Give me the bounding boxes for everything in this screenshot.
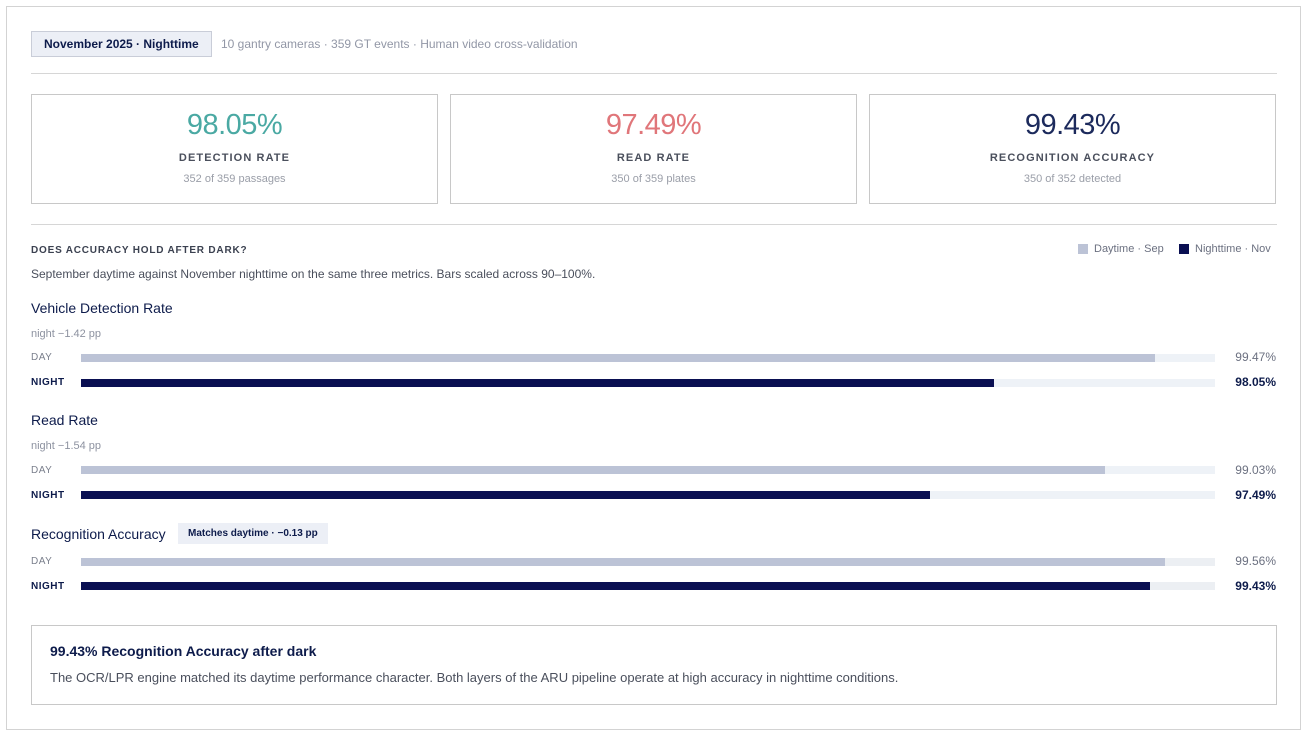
bar-night [81, 491, 931, 499]
kpi-value: 97.49% [605, 109, 702, 141]
legend-label: Nighttime · Nov [1195, 243, 1271, 255]
bar-value-day: 99.56% [1235, 554, 1276, 568]
bar-day [81, 558, 1166, 566]
bar-track [81, 582, 1215, 590]
kpi-sub: 352 of 359 passages [183, 173, 286, 185]
bar-value-night: 98.05% [1235, 375, 1276, 389]
row-label-day: DAY [31, 556, 53, 567]
row-label-night: NIGHT [31, 490, 65, 501]
kpi-card-read-rate: 97.49% READ RATE 350 of 359 plates [450, 94, 857, 204]
bar-track [81, 354, 1215, 362]
metric-delta: night −1.54 pp [31, 440, 102, 452]
legend-swatch [1078, 244, 1088, 254]
row-label-day: DAY [31, 352, 53, 363]
header-meta: 10 gantry cameras · 359 GT events · Huma… [221, 37, 578, 51]
kpi-sub: 350 of 359 plates [611, 173, 696, 185]
kpi-label: DETECTION RATE [178, 152, 291, 164]
kpi-label: READ RATE [616, 152, 691, 164]
metric-delta: night −1.42 pp [31, 328, 102, 340]
section-description: September daytime against November night… [31, 267, 596, 281]
section-title: DOES ACCURACY HOLD AFTER DARK? [31, 245, 248, 256]
metric-title: Recognition Accuracy [31, 526, 166, 542]
kpi-card-detection: 98.05% DETECTION RATE 352 of 359 passage… [31, 94, 438, 204]
header-divider [31, 73, 1277, 74]
metric-title: Read Rate [31, 412, 98, 428]
callout-body: The OCR/LPR engine matched its daytime p… [50, 670, 899, 685]
section-divider [31, 224, 1277, 225]
bar-value-day: 99.03% [1235, 463, 1276, 477]
bar-night [81, 582, 1151, 590]
row-label-day: DAY [31, 465, 53, 476]
bar-track [81, 379, 1215, 387]
bar-track [81, 558, 1215, 566]
kpi-card-recognition: 99.43% RECOGNITION ACCURACY 350 of 352 d… [869, 94, 1276, 204]
row-label-night: NIGHT [31, 377, 65, 388]
metric-title: Vehicle Detection Rate [31, 300, 173, 316]
bar-value-night: 97.49% [1235, 488, 1276, 502]
kpi-label: RECOGNITION ACCURACY [989, 152, 1156, 164]
legend-label: Daytime · Sep [1094, 243, 1164, 255]
bar-value-night: 99.43% [1235, 579, 1276, 593]
match-badge: Matches daytime · −0.13 pp [178, 523, 328, 544]
bar-night [81, 379, 994, 387]
bar-day [81, 354, 1155, 362]
bar-track [81, 466, 1215, 474]
kpi-sub: 350 of 352 detected [1023, 173, 1122, 185]
kpi-value: 98.05% [186, 109, 283, 141]
kpi-value: 99.43% [1024, 109, 1121, 141]
callout-box: 99.43% Recognition Accuracy after dark T… [31, 625, 1277, 705]
legend-item-day: Daytime · Sep [1078, 243, 1164, 255]
callout-title: 99.43% Recognition Accuracy after dark [50, 643, 317, 659]
legend-item-night: Nighttime · Nov [1179, 243, 1271, 255]
bar-day [81, 466, 1105, 474]
row-label-night: NIGHT [31, 581, 65, 592]
bar-value-day: 99.47% [1235, 350, 1276, 364]
period-badge: November 2025 · Nighttime [31, 31, 212, 57]
bar-track [81, 491, 1215, 499]
legend-swatch [1179, 244, 1189, 254]
